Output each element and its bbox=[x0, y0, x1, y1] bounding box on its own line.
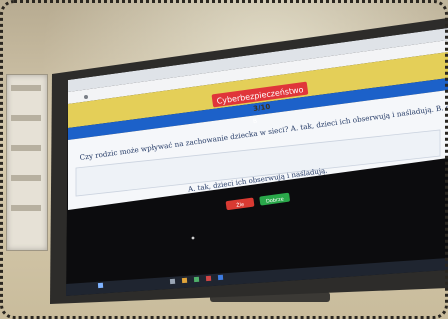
cursor-dot bbox=[191, 236, 195, 240]
windows-start-icon[interactable] bbox=[97, 282, 104, 289]
taskbar-app-icon[interactable] bbox=[169, 278, 176, 285]
taskbar-app-icon[interactable] bbox=[205, 275, 212, 282]
taskbar-app-icon[interactable] bbox=[181, 277, 188, 284]
tv-monitor: Cyberbezpieczeństwo 3/10 B Czy rodzic mo… bbox=[50, 18, 448, 304]
taskbar-app-icon[interactable] bbox=[193, 276, 200, 283]
taskbar-app-icon[interactable] bbox=[217, 274, 224, 281]
browser-tab-icon[interactable] bbox=[84, 95, 88, 99]
photo-background: Cyberbezpieczeństwo 3/10 B Czy rodzic mo… bbox=[0, 0, 448, 319]
